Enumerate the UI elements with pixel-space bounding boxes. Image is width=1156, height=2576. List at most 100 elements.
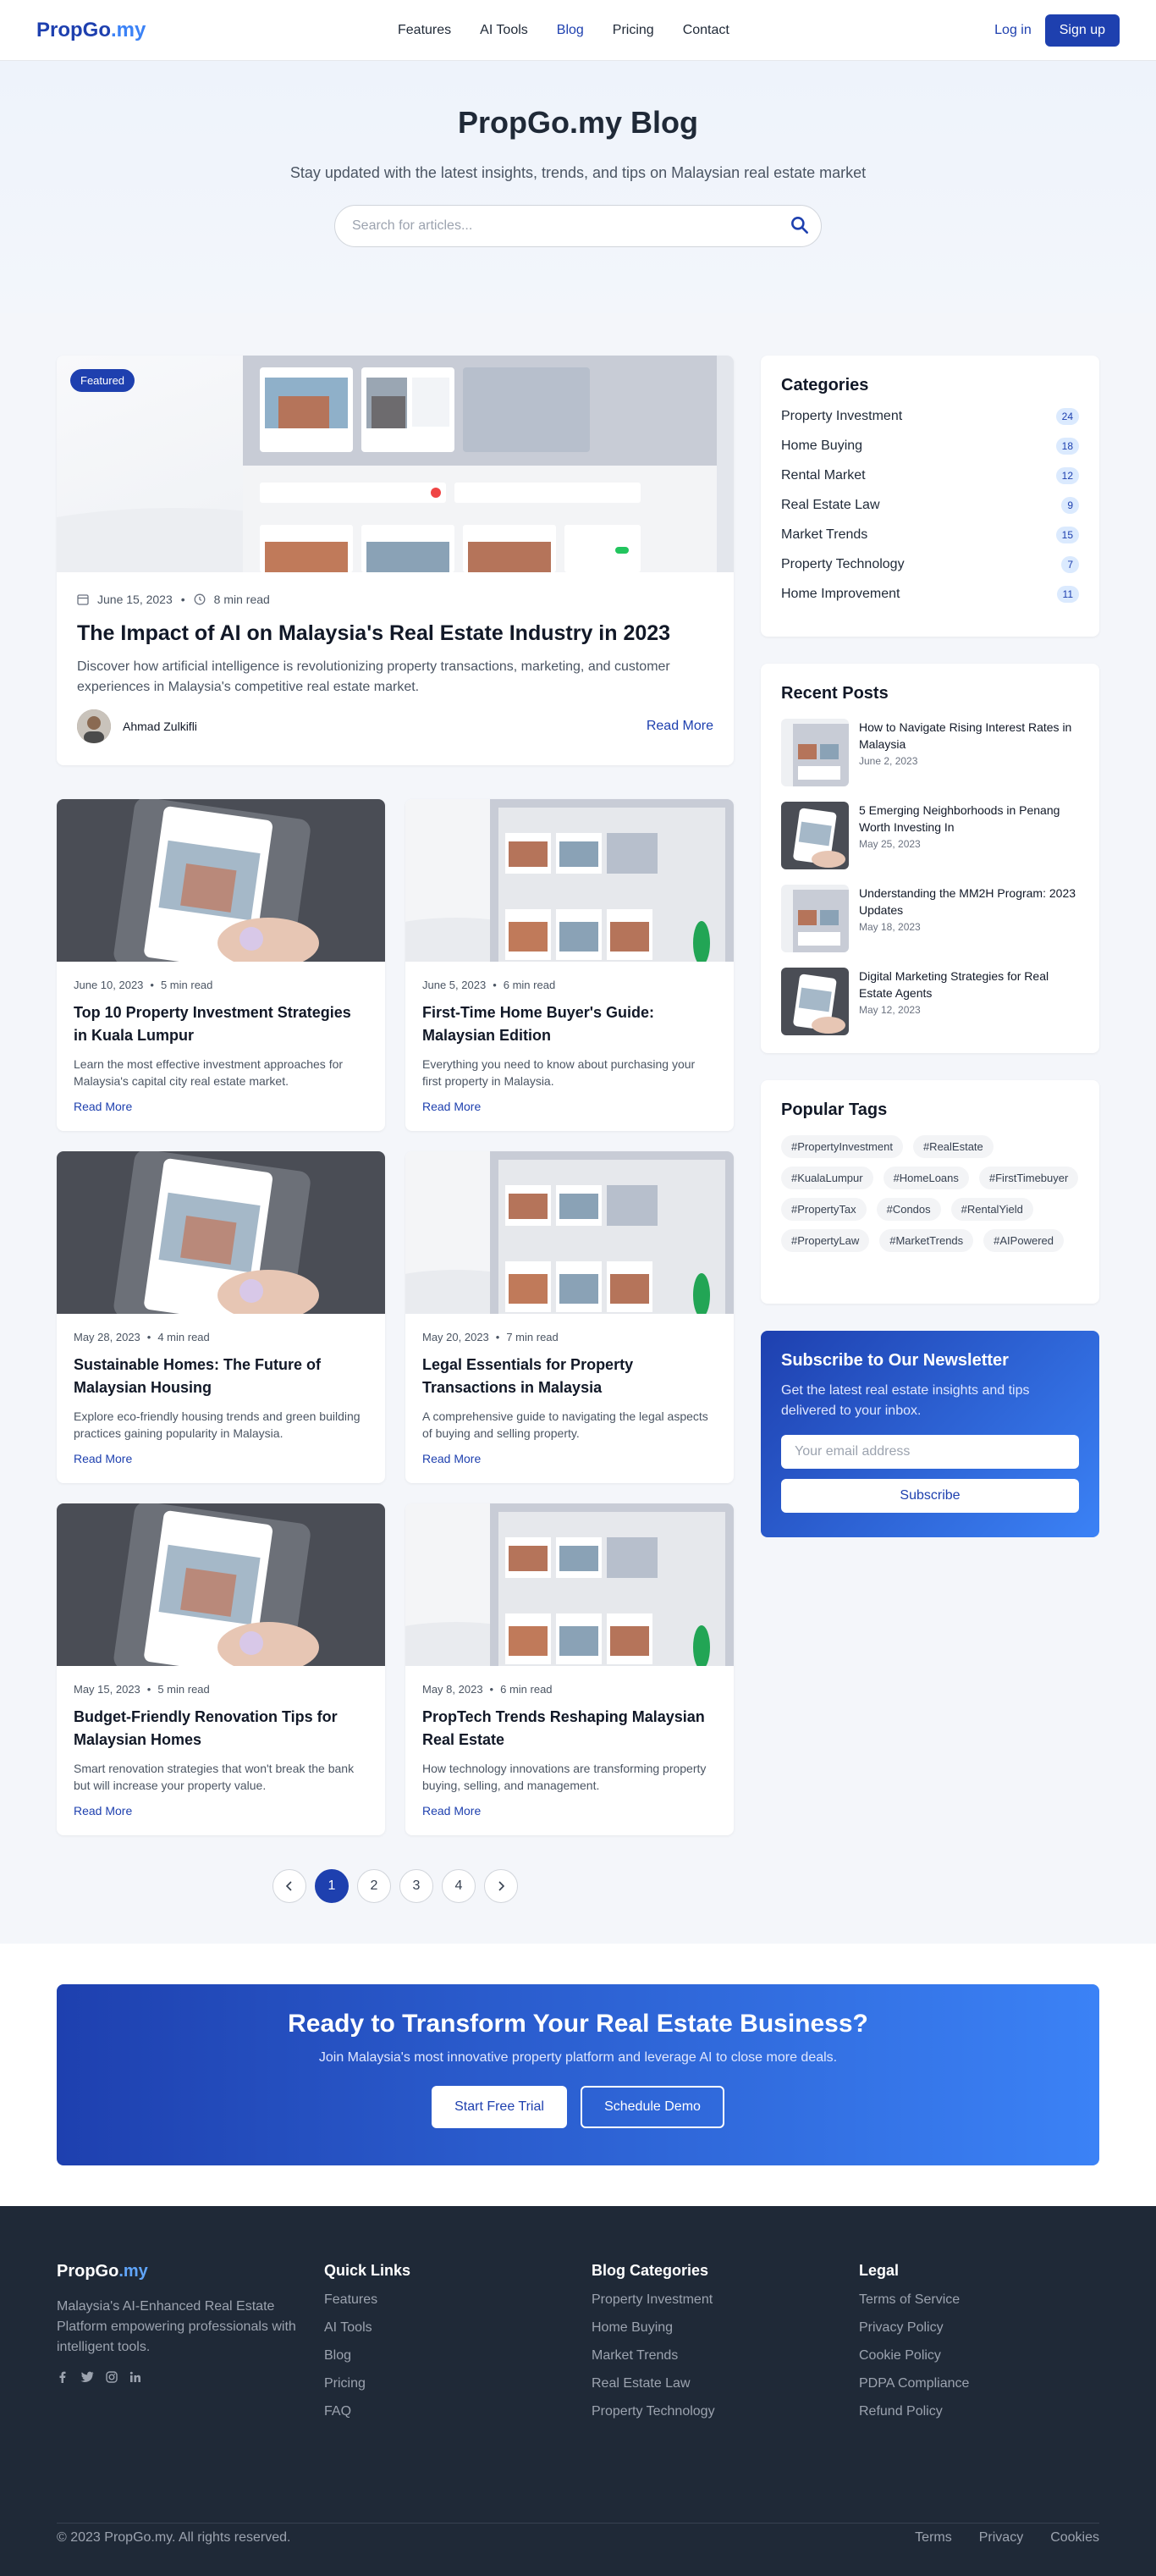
tag-chip[interactable]: #RealEstate bbox=[912, 1135, 994, 1158]
search-input[interactable] bbox=[352, 206, 758, 246]
nav-link-ai-tools[interactable]: AI Tools bbox=[480, 23, 528, 38]
post-card[interactable]: May 15, 2023 • 5 min read Budget-Friendly … bbox=[57, 1503, 385, 1835]
post-card[interactable]: May 20, 2023 • 7 min read Legal Essentials… bbox=[405, 1151, 734, 1483]
recent-posts-widget: Recent Posts How to Navigate Rising Inte… bbox=[761, 664, 1099, 1053]
footer-legal-link[interactable]: Refund Policy bbox=[859, 2404, 1113, 2419]
recent-post-item[interactable]: How to Navigate Rising Interest Rates in… bbox=[781, 719, 1079, 786]
footer-category-link[interactable]: Home Buying bbox=[592, 2320, 845, 2336]
tag-chip[interactable]: #HomeLoans bbox=[883, 1167, 969, 1189]
page-button-3[interactable]: 3 bbox=[399, 1869, 433, 1903]
tag-chip[interactable]: #FirstTimebuyer bbox=[978, 1167, 1079, 1189]
post-card[interactable]: June 10, 2023 • 5 min read Top 10 Property… bbox=[57, 799, 385, 1131]
page-button-2[interactable]: 2 bbox=[357, 1869, 391, 1903]
footer-category-link[interactable]: Market Trends bbox=[592, 2348, 845, 2364]
site-logo[interactable]: PropGo.my bbox=[36, 19, 146, 42]
cta-text: Join Malaysia's most innovative property… bbox=[318, 2050, 838, 2065]
recent-post-item[interactable]: Digital Marketing Strategies for Real Es… bbox=[781, 968, 1079, 1035]
read-more-link[interactable]: Read More bbox=[422, 1804, 717, 1818]
tag-chip[interactable]: #PropertyInvestment bbox=[781, 1135, 903, 1158]
footer-link-features[interactable]: Features bbox=[324, 2292, 578, 2308]
login-link[interactable]: Log in bbox=[994, 23, 1032, 38]
read-more-link[interactable]: Read More bbox=[74, 1452, 368, 1465]
next-page-button[interactable] bbox=[484, 1869, 518, 1903]
category-item[interactable]: Market Trends 15 bbox=[781, 527, 1079, 543]
footer-link-pricing[interactable]: Pricing bbox=[324, 2376, 578, 2391]
recent-post-date: May 25, 2023 bbox=[859, 838, 921, 850]
recent-post-item[interactable]: 5 Emerging Neighborhoods in Penang Worth… bbox=[781, 802, 1079, 869]
featured-read-more-link[interactable]: Read More bbox=[647, 719, 713, 734]
tag-chip[interactable]: #PropertyLaw bbox=[781, 1229, 870, 1252]
prev-page-button[interactable] bbox=[272, 1869, 306, 1903]
nav-link-contact[interactable]: Contact bbox=[683, 23, 729, 38]
logo-suffix: .my bbox=[111, 18, 146, 41]
posts-column: Featured June 15, 2023 • 8 min read The … bbox=[57, 356, 734, 1903]
category-item[interactable]: Property Technology 7 bbox=[781, 556, 1079, 573]
newsletter-email-input[interactable]: Your email address bbox=[781, 1435, 1079, 1469]
footer-category-link[interactable]: Property Investment bbox=[592, 2292, 845, 2308]
featured-title[interactable]: The Impact of AI on Malaysia's Real Esta… bbox=[77, 620, 713, 647]
post-title[interactable]: Legal Essentials for Property Transactio… bbox=[422, 1354, 717, 1399]
read-more-link[interactable]: Read More bbox=[422, 1452, 717, 1465]
footer-link-ai-tools[interactable]: AI Tools bbox=[324, 2320, 578, 2336]
featured-meta: June 15, 2023 • 8 min read bbox=[77, 593, 713, 606]
footer-category-link[interactable]: Property Technology bbox=[592, 2404, 845, 2419]
post-read-time: 7 min read bbox=[506, 1331, 559, 1343]
recent-post-title: Digital Marketing Strategies for Real Es… bbox=[859, 969, 1049, 1000]
footer-link-faq[interactable]: FAQ bbox=[324, 2404, 578, 2419]
footer-privacy-link[interactable]: Privacy bbox=[979, 2530, 1023, 2546]
start-free-trial-button[interactable]: Start Free Trial bbox=[432, 2086, 567, 2128]
facebook-icon[interactable] bbox=[57, 2371, 69, 2383]
linkedin-icon[interactable] bbox=[129, 2371, 141, 2383]
category-name: Real Estate Law bbox=[781, 498, 880, 512]
category-item[interactable]: Real Estate Law 9 bbox=[781, 497, 1079, 514]
post-card[interactable]: May 8, 2023 • 6 min read PropTech Trends R… bbox=[405, 1503, 734, 1835]
nav-link-features[interactable]: Features bbox=[398, 23, 451, 38]
read-more-link[interactable]: Read More bbox=[422, 1100, 717, 1113]
footer-legal-link[interactable]: PDPA Compliance bbox=[859, 2376, 1113, 2391]
category-item[interactable]: Property Investment 24 bbox=[781, 408, 1079, 425]
page-button-4[interactable]: 4 bbox=[442, 1869, 476, 1903]
footer-logo[interactable]: PropGo.my bbox=[57, 2262, 302, 2281]
post-card[interactable]: June 5, 2023 • 6 min read First-Time Home … bbox=[405, 799, 734, 1131]
recent-post-item[interactable]: Understanding the MM2H Program: 2023 Upd… bbox=[781, 885, 1079, 952]
post-title[interactable]: Sustainable Homes: The Future of Malaysi… bbox=[74, 1354, 368, 1399]
signup-button[interactable]: Sign up bbox=[1044, 14, 1120, 47]
category-name: Home Improvement bbox=[781, 587, 900, 601]
footer-logo-suffix: .my bbox=[118, 2262, 148, 2281]
subscribe-button[interactable]: Subscribe bbox=[781, 1479, 1079, 1513]
category-item[interactable]: Rental Market 12 bbox=[781, 467, 1079, 484]
featured-post-card[interactable]: Featured June 15, 2023 • 8 min read The … bbox=[57, 356, 734, 765]
pagination: 1 2 3 4 bbox=[57, 1869, 734, 1903]
page-button-1[interactable]: 1 bbox=[315, 1869, 349, 1903]
tag-chip[interactable]: #PropertyTax bbox=[781, 1198, 867, 1221]
twitter-icon[interactable] bbox=[80, 2371, 94, 2383]
footer-category-link[interactable]: Real Estate Law bbox=[592, 2376, 845, 2391]
post-title[interactable]: PropTech Trends Reshaping Malaysian Real… bbox=[422, 1706, 717, 1751]
post-title[interactable]: First-Time Home Buyer's Guide: Malaysian… bbox=[422, 1001, 717, 1047]
footer-legal-link[interactable]: Cookie Policy bbox=[859, 2348, 1113, 2364]
search-icon[interactable] bbox=[789, 214, 811, 236]
tag-chip[interactable]: #AIPowered bbox=[983, 1229, 1064, 1252]
category-item[interactable]: Home Buying 18 bbox=[781, 438, 1079, 455]
schedule-demo-button[interactable]: Schedule Demo bbox=[581, 2086, 724, 2128]
post-card[interactable]: May 28, 2023 • 4 min read Sustainable Home… bbox=[57, 1151, 385, 1483]
footer-column-title: Blog Categories bbox=[592, 2262, 709, 2279]
category-item[interactable]: Home Improvement 11 bbox=[781, 586, 1079, 603]
post-title[interactable]: Top 10 Property Investment Strategies in… bbox=[74, 1001, 368, 1047]
footer-terms-link[interactable]: Terms bbox=[915, 2530, 952, 2546]
footer-legal-link[interactable]: Terms of Service bbox=[859, 2292, 1113, 2308]
footer-legal-link[interactable]: Privacy Policy bbox=[859, 2320, 1113, 2336]
post-title[interactable]: Budget-Friendly Renovation Tips for Mala… bbox=[74, 1706, 368, 1751]
footer-link-blog[interactable]: Blog bbox=[324, 2348, 578, 2364]
nav-link-pricing[interactable]: Pricing bbox=[613, 23, 654, 38]
tag-chip[interactable]: #Condos bbox=[876, 1198, 941, 1221]
tag-chip[interactable]: #KualaLumpur bbox=[781, 1167, 873, 1189]
read-more-link[interactable]: Read More bbox=[74, 1100, 368, 1113]
tag-chip[interactable]: #MarketTrends bbox=[879, 1229, 974, 1252]
nav-link-blog[interactable]: Blog bbox=[557, 23, 584, 38]
footer-cookies-link[interactable]: Cookies bbox=[1050, 2530, 1099, 2546]
tag-chip[interactable]: #RentalYield bbox=[950, 1198, 1033, 1221]
meta-separator: • bbox=[489, 1683, 494, 1696]
instagram-icon[interactable] bbox=[106, 2371, 118, 2383]
read-more-link[interactable]: Read More bbox=[74, 1804, 368, 1818]
